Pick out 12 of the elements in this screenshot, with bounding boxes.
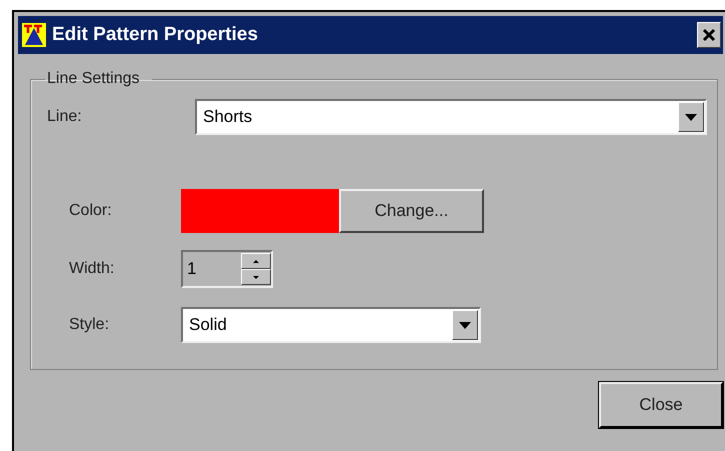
line-dropdown[interactable]: Shorts xyxy=(195,99,707,135)
window-title: Edit Pattern Properties xyxy=(52,24,259,46)
close-button[interactable]: Close xyxy=(599,382,723,428)
close-icon[interactable] xyxy=(697,22,721,48)
style-dropdown[interactable]: Solid xyxy=(181,307,481,343)
change-button[interactable]: Change... xyxy=(339,189,484,233)
field-label: Color: xyxy=(68,202,113,220)
field-label: Style: xyxy=(68,316,110,334)
field-label: Line: xyxy=(46,108,83,126)
group-title: Line Settings xyxy=(46,70,141,88)
field-label: Width: xyxy=(68,260,116,278)
app-logo-icon xyxy=(22,23,46,47)
